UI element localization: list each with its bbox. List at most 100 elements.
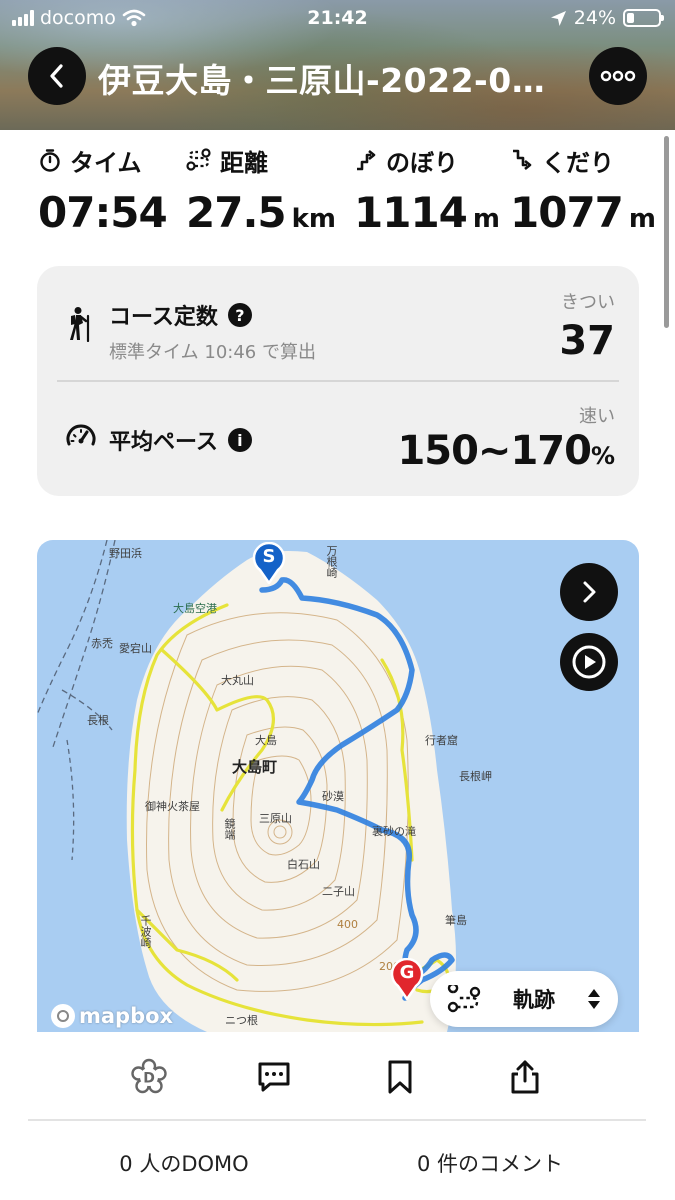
stat-distance-number: 27.5 [186, 188, 287, 237]
course-constant-value: 37 [559, 318, 615, 364]
average-pace-unit: % [590, 442, 615, 470]
comment-icon [258, 1062, 290, 1092]
map-label-ojima-hill: 大島 [255, 734, 277, 747]
stat-descent-value: 1077 m [510, 188, 656, 237]
ascent-icon [357, 149, 376, 171]
map-label-atagoyama: 愛宕山 [119, 642, 152, 655]
domo-button[interactable]: D [124, 1052, 174, 1102]
stat-ascent-label-row: のぼり [354, 140, 500, 180]
back-button[interactable] [28, 47, 86, 105]
map-label-nodahama: 野田浜 [109, 547, 142, 560]
map-label-miharayama: 三原山 [259, 812, 292, 825]
stat-ascent-number: 1114 [354, 188, 468, 237]
map-expand-button[interactable] [560, 563, 618, 621]
descent-icon [513, 149, 532, 171]
route-icon [447, 985, 481, 1013]
average-pace-caption: 速い [579, 406, 615, 427]
map-label-omaruyama: 大丸山 [221, 674, 254, 687]
sort-updown-icon [588, 989, 600, 1009]
average-pace-label: 平均ペース [109, 430, 218, 455]
map-label-kamijinjaya: 御神火茶屋 [145, 800, 200, 813]
comment-count[interactable]: 0 件のコメント [325, 1148, 655, 1178]
map-label-naganemisaki: 長根岬 [459, 770, 492, 783]
map-label-gyojanoiwaya: 行者窟 [425, 734, 458, 747]
play-icon [572, 645, 606, 679]
speedometer-icon [66, 424, 96, 446]
stat-descent-number: 1077 [510, 188, 624, 237]
map-label-futagoyama: 二子山 [322, 885, 355, 898]
stat-time-number: 07:54 [38, 188, 168, 237]
stat-descent-label: くだり [542, 148, 614, 177]
stat-time-value: 07:54 [38, 188, 168, 237]
domo-count[interactable]: 0 人のDOMO [0, 1148, 368, 1178]
svg-text:D: D [143, 1071, 155, 1087]
map-base [37, 540, 456, 1032]
map-label-contour-400: 400 [337, 918, 358, 931]
info-icon[interactable]: i [227, 428, 252, 452]
average-pace-title: 平均ペース i [109, 424, 252, 456]
goal-marker-letter: G [399, 962, 415, 983]
bookmark-button[interactable] [375, 1052, 425, 1102]
more-icon [600, 70, 636, 82]
stat-time-label-row: タイム [38, 140, 167, 180]
stat-ascent-value: 1114 m [354, 188, 500, 237]
map-label-shiroishiyama: 白石山 [287, 858, 320, 871]
stat-distance-unit: km [291, 204, 337, 234]
share-icon [511, 1060, 539, 1094]
comment-button[interactable] [249, 1052, 299, 1102]
battery-icon [623, 9, 664, 27]
map-label-manezaki: 万根崎 [325, 545, 338, 578]
stat-distance-value: 27.5 km [186, 188, 336, 237]
stat-time-label: タイム [70, 148, 142, 177]
map-label-futatsune: ニつ根 [225, 1014, 258, 1027]
status-right: 24% [550, 7, 664, 29]
map-label-sabaku: 砂漠 [322, 790, 344, 803]
stat-ascent-unit: m [472, 204, 500, 234]
hiker-icon [70, 307, 90, 342]
map-label-nagane: 長根 [87, 714, 109, 727]
mapbox-attribution[interactable]: mapbox [51, 1004, 173, 1028]
stat-descent: くだり 1077 m [510, 140, 656, 238]
course-constant-row[interactable]: コース定数 ? 標準タイム 10:46 で算出 きつい 37 [37, 266, 639, 380]
bookmark-icon [388, 1060, 412, 1094]
stat-descent-unit: m [628, 204, 656, 234]
stats-summary: タイム 07:54 距離 27.5 km のぼり 1114 m くだり 1077… [0, 140, 675, 250]
stat-distance-label-row: 距離 [186, 140, 336, 180]
header: docomo 21:42 24% 伊豆大島・三原山-2022-04... [0, 0, 675, 130]
course-constant-label: コース定数 [109, 305, 218, 330]
chevron-left-icon [50, 64, 63, 88]
start-marker-letter: S [262, 546, 276, 567]
mapbox-logo-icon [51, 1004, 75, 1028]
share-button[interactable] [500, 1052, 550, 1102]
route-map[interactable]: 野田浜 万根崎 大島空港 赤禿 愛宕山 大丸山 長根 大島 大島町 行者窟 長根… [37, 540, 639, 1032]
map-label-senbazaki: 千波崎 [139, 915, 152, 948]
average-pace-value: 150~170% [397, 428, 615, 474]
domo-flower-icon: D [131, 1058, 167, 1094]
average-pace-number: 150~170 [397, 428, 592, 474]
more-button[interactable] [589, 47, 647, 105]
status-bar: docomo 21:42 24% [0, 0, 675, 38]
average-pace-row[interactable]: 平均ペース i 速い 150~170% [37, 382, 639, 496]
mapbox-text: mapbox [79, 1004, 174, 1028]
action-bar: D [0, 1040, 675, 1118]
course-constant-caption: きつい [561, 292, 615, 313]
start-marker[interactable]: S [252, 541, 286, 586]
map-label-urano-taki: 裏砂の滝 [372, 825, 416, 838]
map-label-akage: 赤禿 [91, 637, 113, 650]
map-label-airport: 大島空港 [173, 602, 217, 615]
map-label-kagamibata: 鏡端 [223, 818, 236, 840]
goal-marker[interactable]: G [390, 957, 424, 1002]
action-divider [28, 1119, 646, 1121]
activity-title: 伊豆大島・三原山-2022-04... [98, 61, 568, 100]
track-type-label: 軌跡 [513, 988, 555, 1012]
replay-button[interactable] [560, 633, 618, 691]
chevron-right-icon [583, 581, 596, 603]
stat-ascent: のぼり 1114 m [354, 140, 500, 238]
map-label-fudejima: 筆島 [445, 914, 467, 927]
stat-distance-label: 距離 [220, 148, 268, 177]
route-icon [186, 148, 211, 171]
standard-time-note: 標準タイム 10:46 で算出 [109, 342, 316, 363]
battery-level [627, 13, 635, 23]
track-type-selector[interactable]: 軌跡 [430, 971, 618, 1027]
help-icon[interactable]: ? [227, 303, 252, 327]
